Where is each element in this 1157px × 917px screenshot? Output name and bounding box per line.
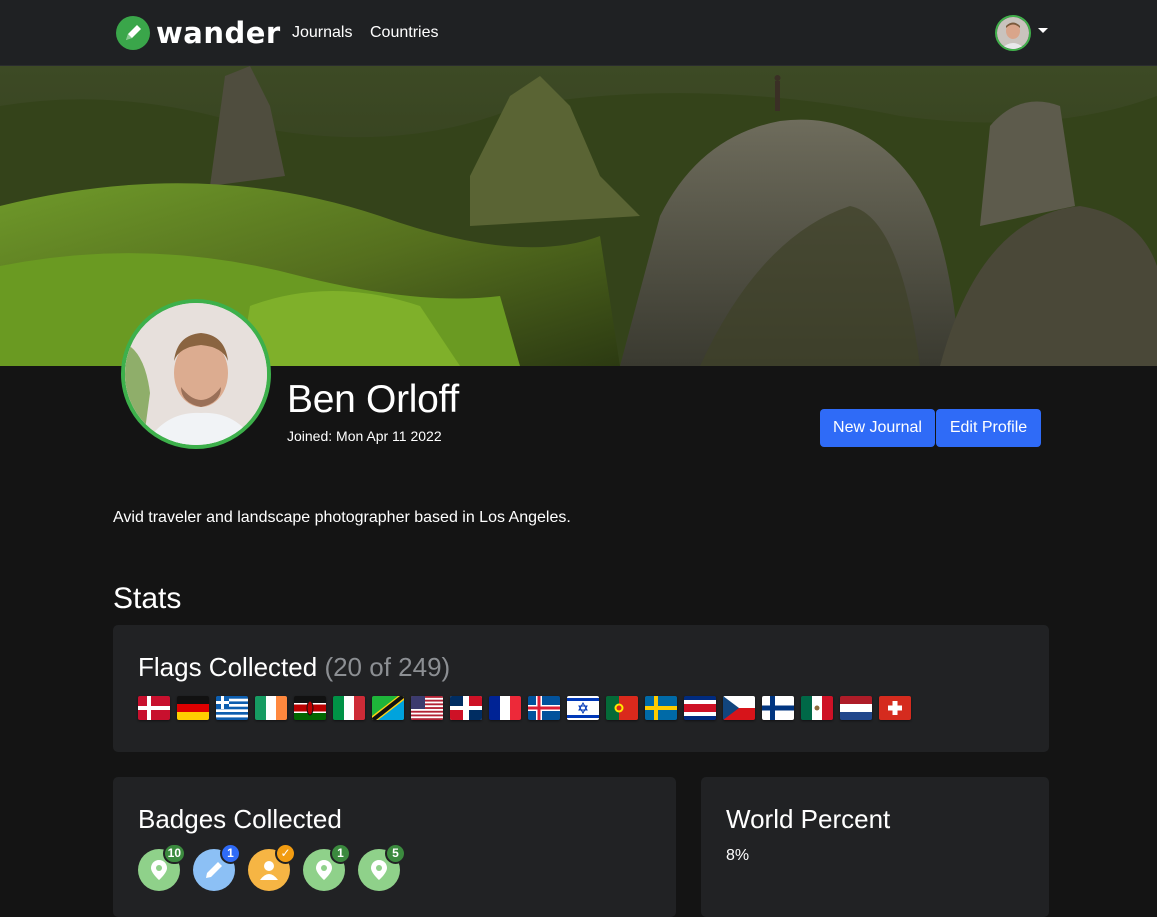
badge-list: 10 1 ✓ 1 5: [138, 843, 406, 891]
user-menu-caret-icon[interactable]: [1038, 28, 1048, 33]
badge-location-1[interactable]: 1: [303, 843, 351, 891]
flag-list: [138, 696, 911, 720]
top-navbar: wander Journals Countries: [0, 0, 1157, 66]
world-percent-card: World Percent 8%: [701, 777, 1049, 917]
badge-count: 10: [162, 843, 186, 864]
edit-profile-button[interactable]: Edit Profile: [936, 409, 1041, 447]
flags-title-label: Flags Collected: [138, 652, 318, 682]
new-journal-button[interactable]: New Journal: [820, 409, 935, 447]
flag-sweden[interactable]: [645, 696, 677, 720]
stats-heading: Stats: [113, 582, 182, 615]
flag-costa-rica[interactable]: [684, 696, 716, 720]
nav-link-countries[interactable]: Countries: [370, 24, 438, 42]
badge-count: 1: [220, 843, 241, 864]
badges-card: Badges Collected 10 1 ✓ 1 5: [113, 777, 676, 917]
brand-name: wander: [156, 16, 281, 50]
flags-card: Flags Collected (20 of 249): [113, 625, 1049, 752]
flag-czech-republic[interactable]: [723, 696, 755, 720]
flag-kenya[interactable]: [294, 696, 326, 720]
pencil-icon: [206, 862, 222, 878]
map-pin-icon: [316, 860, 332, 880]
flag-greece[interactable]: [216, 696, 248, 720]
flag-iceland[interactable]: [528, 696, 560, 720]
flag-netherlands[interactable]: [840, 696, 872, 720]
flags-title: Flags Collected (20 of 249): [138, 652, 450, 683]
person-icon: [260, 861, 278, 880]
flags-count: (20 of 249): [324, 652, 451, 682]
flag-israel[interactable]: [567, 696, 599, 720]
profile-bio: Avid traveler and landscape photographer…: [113, 509, 571, 526]
badge-location-5[interactable]: 5: [358, 843, 406, 891]
flag-france[interactable]: [489, 696, 521, 720]
nav-link-journals[interactable]: Journals: [292, 24, 352, 42]
flag-switzerland[interactable]: [879, 696, 911, 720]
flag-finland[interactable]: [762, 696, 794, 720]
flag-united-states[interactable]: [411, 696, 443, 720]
badge-profile-complete[interactable]: ✓: [248, 843, 296, 891]
profile-name: Ben Orloff: [287, 378, 459, 421]
flag-germany[interactable]: [177, 696, 209, 720]
flag-portugal[interactable]: [606, 696, 638, 720]
brand-logo[interactable]: wander: [116, 16, 281, 50]
profile-photo: [121, 299, 271, 449]
pencil-logo-icon: [116, 16, 150, 50]
world-percent-value: 8%: [726, 847, 750, 864]
badge-journal-1[interactable]: 1: [193, 843, 241, 891]
flag-mexico[interactable]: [801, 696, 833, 720]
badge-count: 5: [385, 843, 406, 864]
badge-check: ✓: [275, 843, 296, 864]
flag-tanzania[interactable]: [372, 696, 404, 720]
user-avatar[interactable]: [995, 15, 1031, 51]
badge-count: 1: [330, 843, 351, 864]
joined-date: Joined: Mon Apr 11 2022: [287, 428, 442, 444]
flag-ireland[interactable]: [255, 696, 287, 720]
map-pin-icon: [151, 860, 167, 880]
badges-title: Badges Collected: [138, 804, 342, 834]
map-pin-icon: [371, 860, 387, 880]
flag-italy[interactable]: [333, 696, 365, 720]
flag-dominican-republic[interactable]: [450, 696, 482, 720]
flag-denmark[interactable]: [138, 696, 170, 720]
world-percent-title: World Percent: [726, 804, 891, 834]
badge-location-10[interactable]: 10: [138, 843, 186, 891]
